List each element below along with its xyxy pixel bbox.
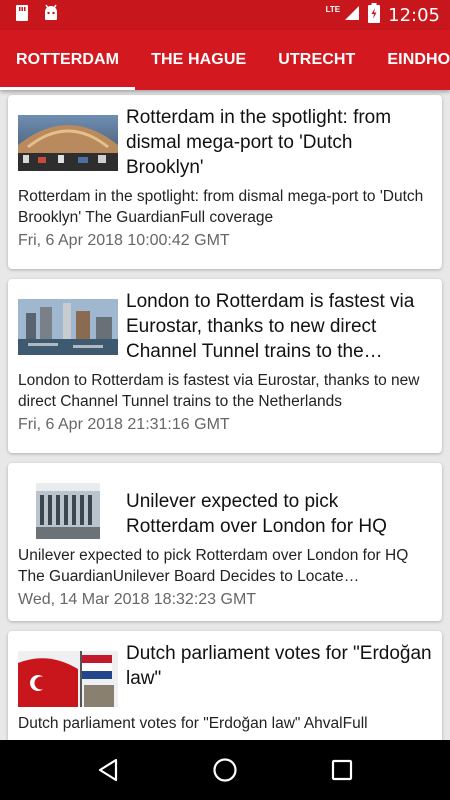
- network-type: LTE: [325, 4, 341, 14]
- article-thumbnail: [18, 651, 118, 707]
- article-title[interactable]: Rotterdam in the spotlight: from dismal …: [126, 105, 432, 180]
- article-description: Rotterdam in the spotlight: from dismal …: [18, 188, 424, 226]
- android-icon: [42, 4, 60, 27]
- news-card[interactable]: Unilever expected to pick Rotterdam over…: [8, 463, 442, 621]
- tab-the-hague[interactable]: THE HAGUE: [135, 30, 262, 90]
- back-icon[interactable]: [88, 750, 128, 790]
- tab-eindhoven[interactable]: EINDHOV: [371, 30, 450, 90]
- news-feed[interactable]: Rotterdam in the spotlight: from dismal …: [0, 90, 450, 740]
- article-description: Dutch parliament votes for "Erdoğan law"…: [18, 715, 368, 740]
- article-description: Unilever expected to pick Rotterdam over…: [18, 547, 409, 585]
- home-icon[interactable]: [205, 750, 245, 790]
- tab-utrecht[interactable]: UTRECHT: [262, 30, 371, 90]
- article-title[interactable]: Unilever expected to pick Rotterdam over…: [126, 489, 432, 539]
- article-date: Fri, 6 Apr 2018 21:31:16 GMT: [18, 416, 230, 433]
- article-description: London to Rotterdam is fastest via Euros…: [18, 372, 420, 410]
- tab-rotterdam[interactable]: ROTTERDAM: [0, 30, 136, 90]
- article-date: Wed, 14 Mar 2018 18:32:23 GMT: [18, 591, 257, 608]
- status-bar: LTE 12:05: [0, 0, 450, 30]
- article-title[interactable]: Dutch parliament votes for "Erdoğan law": [126, 641, 432, 707]
- article-thumbnail: [18, 299, 118, 355]
- system-nav-bar: [0, 740, 450, 800]
- article-thumbnail: [18, 483, 118, 539]
- battery-icon: [368, 2, 381, 28]
- news-card[interactable]: Dutch parliament votes for "Erdoğan law"…: [8, 631, 442, 740]
- city-tabs: ROTTERDAM THE HAGUE UTRECHT EINDHOV: [0, 30, 450, 90]
- news-card[interactable]: London to Rotterdam is fastest via Euros…: [8, 279, 442, 453]
- article-thumbnail: [18, 115, 118, 171]
- article-title[interactable]: London to Rotterdam is fastest via Euros…: [126, 289, 432, 364]
- sim-card-icon: [14, 4, 30, 27]
- recents-icon[interactable]: [322, 750, 362, 790]
- news-card[interactable]: Rotterdam in the spotlight: from dismal …: [8, 95, 442, 269]
- status-time: 12:05: [388, 4, 440, 26]
- signal-icon: [344, 5, 360, 26]
- article-date: Fri, 6 Apr 2018 10:00:42 GMT: [18, 232, 230, 249]
